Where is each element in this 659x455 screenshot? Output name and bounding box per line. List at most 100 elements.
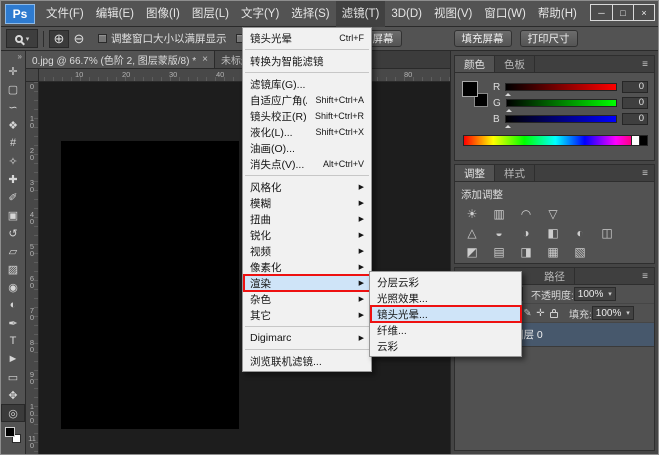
canvas-image[interactable] xyxy=(61,141,239,429)
blue-slider[interactable] xyxy=(505,115,617,123)
foreground-color-swatch[interactable] xyxy=(5,427,15,437)
tab-swatches[interactable]: 色板 xyxy=(495,56,535,72)
color-balance-icon[interactable]: ◑ xyxy=(514,224,538,241)
brightness-contrast-icon[interactable]: ☀ xyxy=(460,205,484,222)
menu-item-blur[interactable]: 模糊 ▶ xyxy=(243,195,371,211)
close-icon[interactable]: × xyxy=(202,54,208,65)
menu-help[interactable]: 帮助(H) xyxy=(532,1,583,27)
blue-value-field[interactable]: 0 xyxy=(622,113,648,125)
green-slider[interactable] xyxy=(506,99,617,107)
panel-menu-icon[interactable]: ≡ xyxy=(636,56,654,72)
menu-item-liquify[interactable]: 液化(L)... Shift+Ctrl+X xyxy=(243,124,371,140)
shape-tool[interactable]: ▭ xyxy=(1,368,25,386)
color-spectrum-ramp[interactable] xyxy=(463,135,648,146)
menu-view[interactable]: 视图(V) xyxy=(428,1,478,27)
zoom-in-button[interactable]: ⊕ xyxy=(49,30,69,48)
tab-styles[interactable]: 样式 xyxy=(495,165,535,181)
menu-window[interactable]: 窗口(W) xyxy=(478,1,532,27)
panel-menu-icon[interactable]: ≡ xyxy=(636,165,654,181)
menu-layer[interactable]: 图层(L) xyxy=(186,1,235,27)
clone-stamp-tool[interactable]: ▣ xyxy=(1,206,25,224)
zoom-tool-preset[interactable]: ▾ xyxy=(6,29,38,48)
menu-file[interactable]: 文件(F) xyxy=(40,1,90,27)
menu-item-noise[interactable]: 杂色 ▶ xyxy=(243,291,371,307)
posterize-icon[interactable]: ▤ xyxy=(487,243,511,260)
menu-item-lens-flare-recent[interactable]: 镜头光晕 Ctrl+F xyxy=(243,30,371,46)
menu-item-distort[interactable]: 扭曲 ▶ xyxy=(243,211,371,227)
brush-tool[interactable]: ✐ xyxy=(1,188,25,206)
healing-brush-tool[interactable]: ✚ xyxy=(1,170,25,188)
foreground-background-swatch[interactable] xyxy=(4,426,22,444)
selective-color-icon[interactable]: ▧ xyxy=(568,243,592,260)
channel-mixer-icon[interactable]: ◫ xyxy=(595,224,619,241)
fill-screen-button[interactable]: 填充屏幕 xyxy=(454,30,512,47)
photo-filter-icon[interactable]: ◐ xyxy=(568,224,592,241)
menu-3d[interactable]: 3D(D) xyxy=(385,1,428,27)
menu-item-other[interactable]: 其它 ▶ xyxy=(243,307,371,323)
submenu-item-lens-flare[interactable]: 镜头光晕... xyxy=(370,306,521,322)
menu-item-pixelate[interactable]: 像素化 ▶ xyxy=(243,259,371,275)
menu-item-lens-correction[interactable]: 镜头校正(R)... Shift+Ctrl+R xyxy=(243,108,371,124)
lasso-tool[interactable]: ∽ xyxy=(1,98,25,116)
red-slider[interactable] xyxy=(505,83,617,91)
panel-menu-icon[interactable]: ≡ xyxy=(636,268,654,284)
menu-type[interactable]: 文字(Y) xyxy=(235,1,285,27)
fill-select[interactable]: 100% ▾ xyxy=(592,306,634,320)
menu-item-vanishing-point[interactable]: 消失点(V)... Alt+Ctrl+V xyxy=(243,156,371,172)
dodge-tool[interactable]: ◐ xyxy=(1,296,25,314)
menu-item-stylize[interactable]: 风格化 ▶ xyxy=(243,179,371,195)
black-cell[interactable] xyxy=(639,136,647,145)
menu-image[interactable]: 图像(I) xyxy=(140,1,186,27)
blur-tool[interactable]: ◉ xyxy=(1,278,25,296)
menu-item-adaptive-wide-angle[interactable]: 自适应广角(A)... Shift+Ctrl+A xyxy=(243,92,371,108)
maximize-button[interactable]: □ xyxy=(612,5,633,20)
zoom-tool[interactable]: ◎ xyxy=(1,404,25,422)
gradient-tool[interactable]: ▨ xyxy=(1,260,25,278)
path-selection-tool[interactable]: ► xyxy=(1,350,25,368)
crop-tool[interactable]: # xyxy=(1,134,25,152)
menu-item-browse-filters-online[interactable]: 浏览联机滤镜... xyxy=(243,353,371,369)
menu-select[interactable]: 选择(S) xyxy=(285,1,335,27)
close-button[interactable]: × xyxy=(633,5,654,20)
tab-paths[interactable]: 路径 xyxy=(535,268,575,284)
submenu-item-difference-clouds[interactable]: 分层云彩 xyxy=(370,274,521,290)
eraser-tool[interactable]: ▱ xyxy=(1,242,25,260)
green-value-field[interactable]: 0 xyxy=(622,97,648,109)
invert-icon[interactable]: ◩ xyxy=(460,243,484,260)
white-cell[interactable] xyxy=(631,136,639,145)
document-tab-active[interactable]: 0.jpg @ 66.7% (色阶 2, 图层蒙版/8) * × xyxy=(26,51,215,68)
menu-edit[interactable]: 编辑(E) xyxy=(90,1,140,27)
hand-tool[interactable]: ✥ xyxy=(1,386,25,404)
threshold-icon[interactable]: ◨ xyxy=(514,243,538,260)
menu-item-digimarc[interactable]: Digimarc ▶ xyxy=(243,330,371,346)
checkbox-icon[interactable] xyxy=(98,34,107,43)
opacity-select[interactable]: 100% ▾ xyxy=(574,287,616,301)
minimize-button[interactable]: ─ xyxy=(591,5,612,20)
pen-tool[interactable]: ✒ xyxy=(1,314,25,332)
black-white-icon[interactable]: ◧ xyxy=(541,224,565,241)
history-brush-tool[interactable]: ↺ xyxy=(1,224,25,242)
menu-item-oil-paint[interactable]: 油画(O)... xyxy=(243,140,371,156)
menu-item-filter-gallery[interactable]: 滤镜库(G)... xyxy=(243,76,371,92)
curves-icon[interactable]: ◠ xyxy=(514,205,538,222)
levels-icon[interactable]: ▥ xyxy=(487,205,511,222)
menu-item-sharpen[interactable]: 锐化 ▶ xyxy=(243,227,371,243)
quick-selection-tool[interactable]: ❖ xyxy=(1,116,25,134)
color-swatches[interactable] xyxy=(462,81,488,107)
red-value-field[interactable]: 0 xyxy=(622,81,648,93)
type-tool[interactable]: T xyxy=(1,332,25,350)
menu-item-video[interactable]: 视频 ▶ xyxy=(243,243,371,259)
menu-filter[interactable]: 滤镜(T) xyxy=(336,1,386,27)
gradient-map-icon[interactable]: ▦ xyxy=(541,243,565,260)
submenu-item-lighting-effects[interactable]: 光照效果... xyxy=(370,290,521,306)
marquee-tool[interactable]: ▢ xyxy=(1,80,25,98)
toolbox-collapse-icon[interactable]: » xyxy=(1,51,25,62)
tab-color[interactable]: 颜色 xyxy=(455,56,495,72)
foreground-color-swatch[interactable] xyxy=(462,81,478,97)
lock-all-icon[interactable] xyxy=(550,312,558,318)
vibrance-icon[interactable]: △ xyxy=(460,224,484,241)
zoom-out-button[interactable]: ⊖ xyxy=(69,30,89,48)
submenu-item-clouds[interactable]: 云彩 xyxy=(370,338,521,354)
lock-position-icon[interactable]: ✛ xyxy=(534,308,547,319)
hue-saturation-icon[interactable]: ◒ xyxy=(487,224,511,241)
